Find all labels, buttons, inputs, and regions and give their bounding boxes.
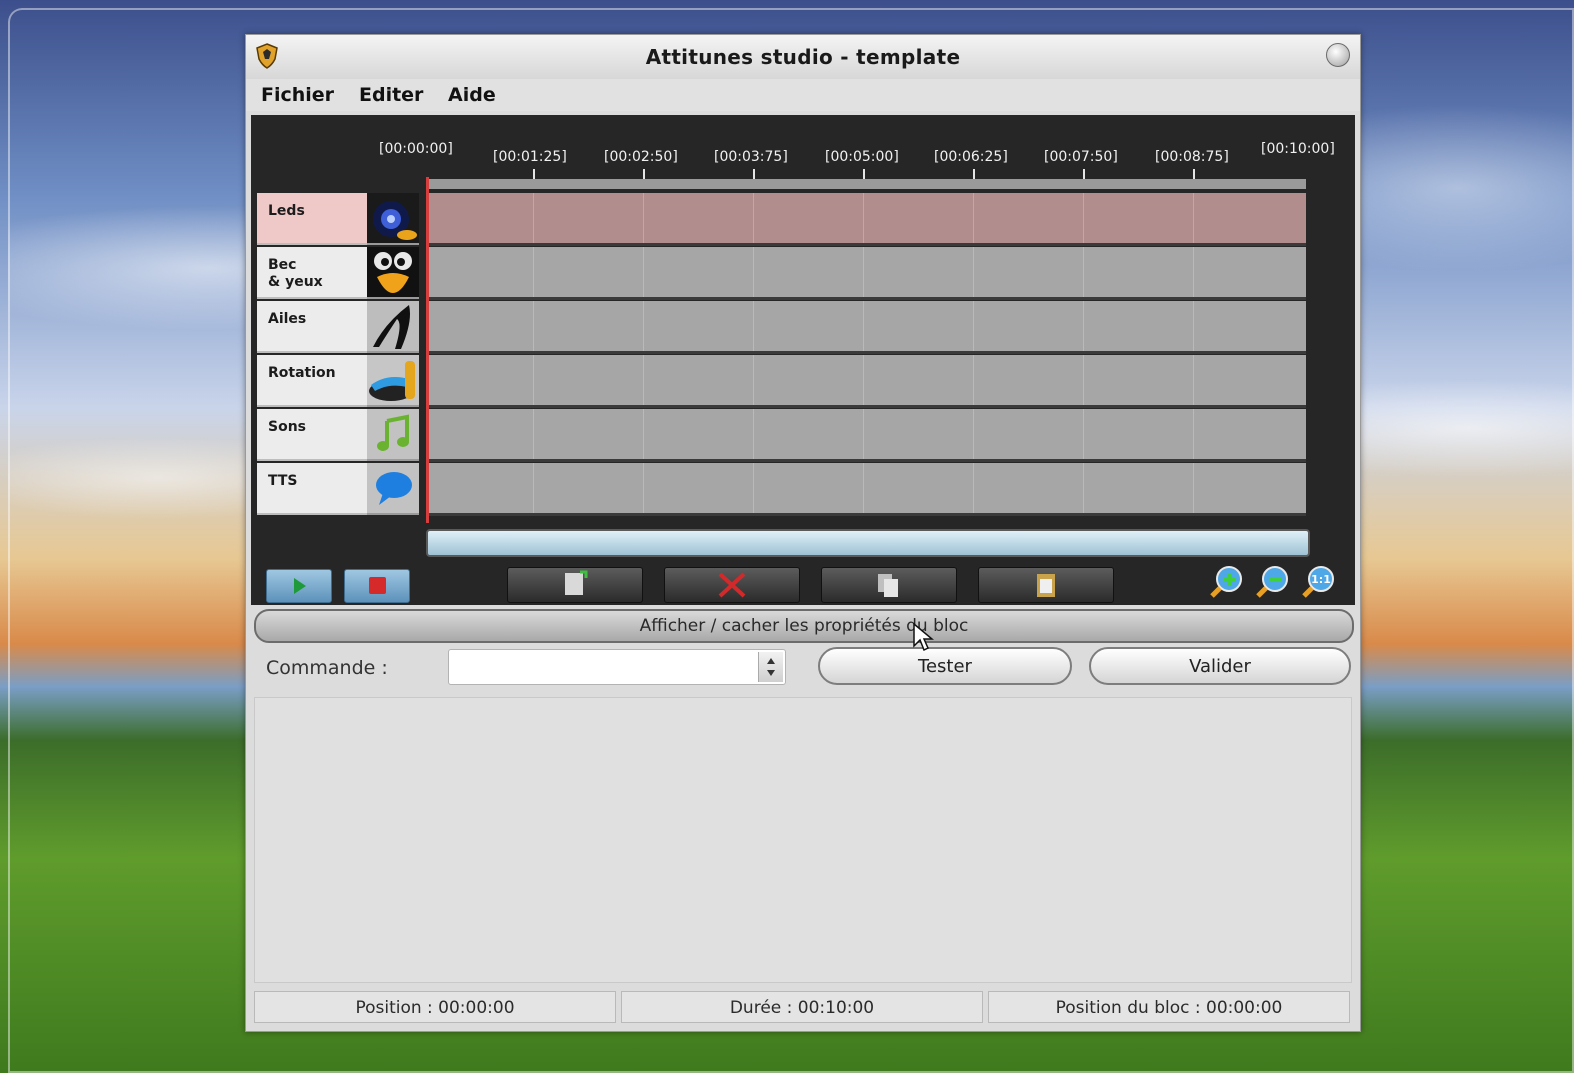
track-label-text: Ailes: [268, 311, 307, 327]
play-button[interactable]: [266, 569, 332, 603]
track-label-text: Rotation: [268, 365, 336, 381]
new-block-button[interactable]: [507, 567, 643, 603]
ruler-label: [00:08:75]: [1155, 149, 1229, 165]
ruler-label: [00:10:00]: [1261, 141, 1335, 157]
track-label-tts[interactable]: TTS: [257, 463, 367, 515]
track-lane-rotation[interactable]: [426, 355, 1306, 408]
wings-icon: [367, 301, 419, 353]
rotation-icon: [367, 355, 419, 407]
close-button[interactable]: [1326, 43, 1350, 67]
ruler-label: [00:06:25]: [934, 149, 1008, 165]
track-label-rotation[interactable]: Rotation: [257, 355, 367, 407]
ruler-label: [00:03:75]: [714, 149, 788, 165]
copy-icon: [878, 574, 898, 597]
ruler-tick: [1193, 169, 1195, 179]
ruler-tick: [973, 169, 975, 179]
up-down-arrow-icon: [767, 658, 775, 676]
attitunes-window: Attitunes studio - template Fichier Edit…: [245, 34, 1361, 1032]
command-label: Commande :: [266, 657, 388, 679]
ruler-label: [00:05:00]: [825, 149, 899, 165]
track-label-text: Bec & yeux: [268, 257, 323, 290]
menu-bar: Fichier Editer Aide: [246, 79, 1360, 111]
stop-icon: [369, 577, 386, 594]
track-lane-leds[interactable]: [426, 193, 1306, 246]
beak-eyes-icon: [367, 247, 419, 299]
block-properties-panel: [254, 697, 1352, 983]
ruler-label: [00:01:25]: [493, 149, 567, 165]
delete-block-button[interactable]: [664, 567, 800, 603]
zoom-in-icon[interactable]: [1209, 565, 1243, 599]
playhead[interactable]: [426, 177, 429, 523]
track-label-sons[interactable]: Sons: [257, 409, 367, 461]
ruler-label: [00:02:50]: [604, 149, 678, 165]
command-spinner[interactable]: [758, 652, 783, 682]
speech-bubble-icon: [367, 463, 419, 515]
paste-block-button[interactable]: [978, 567, 1114, 603]
track-label-ailes[interactable]: Ailes: [257, 301, 367, 353]
mouse-cursor-icon: [913, 622, 934, 652]
track-label-text: TTS: [268, 473, 298, 489]
menu-fichier[interactable]: Fichier: [261, 84, 334, 106]
timeline-scrollbar[interactable]: [426, 529, 1310, 557]
test-button[interactable]: Tester: [818, 647, 1072, 685]
status-duration: Durée : 00:10:00: [621, 991, 983, 1023]
command-select[interactable]: [448, 649, 786, 685]
status-position: Position : 00:00:00: [254, 991, 616, 1023]
paste-icon: [1037, 574, 1055, 597]
track-label-text: Sons: [268, 419, 307, 435]
title-bar[interactable]: Attitunes studio - template: [246, 35, 1360, 80]
ruler-strip: [426, 179, 1306, 189]
track-label-leds[interactable]: Leds: [257, 193, 367, 245]
track-label-bec-yeux[interactable]: Bec & yeux: [257, 247, 367, 299]
validate-button[interactable]: Valider: [1089, 647, 1351, 685]
track-lane-sons[interactable]: [426, 409, 1306, 462]
svg-text:1:1: 1:1: [1311, 573, 1331, 586]
play-icon: [294, 578, 306, 594]
delete-icon: [718, 572, 746, 598]
ruler-label: [00:07:50]: [1044, 149, 1118, 165]
track-lane-tts[interactable]: [426, 463, 1306, 516]
ruler-tick: [863, 169, 865, 179]
window-title: Attitunes studio - template: [645, 45, 961, 69]
music-note-icon: [367, 409, 419, 461]
menu-aide[interactable]: Aide: [448, 84, 496, 106]
ruler-tick: [1083, 169, 1085, 179]
menu-editer[interactable]: Editer: [359, 84, 423, 106]
zoom-reset-icon[interactable]: 1:1: [1301, 565, 1335, 599]
track-label-text: Leds: [268, 203, 305, 219]
copy-block-button[interactable]: [821, 567, 957, 603]
ruler-tick: [533, 169, 535, 179]
track-lane-ailes[interactable]: [426, 301, 1306, 354]
ruler-label: [00:00:00]: [379, 141, 453, 157]
status-block-position: Position du bloc : 00:00:00: [988, 991, 1350, 1023]
ruler-tick: [753, 169, 755, 179]
ruler-tick: [643, 169, 645, 179]
zoom-out-icon[interactable]: [1255, 565, 1289, 599]
toggle-properties-button[interactable]: Afficher / cacher les propriétés du bloc: [254, 609, 1354, 643]
timeline-editor: [00:00:00] [00:01:25] [00:02:50] [00:03:…: [251, 115, 1355, 605]
track-lane-bec-yeux[interactable]: [426, 247, 1306, 300]
new-document-icon: [565, 570, 588, 595]
stop-button[interactable]: [344, 569, 410, 603]
leds-icon: [367, 193, 419, 245]
